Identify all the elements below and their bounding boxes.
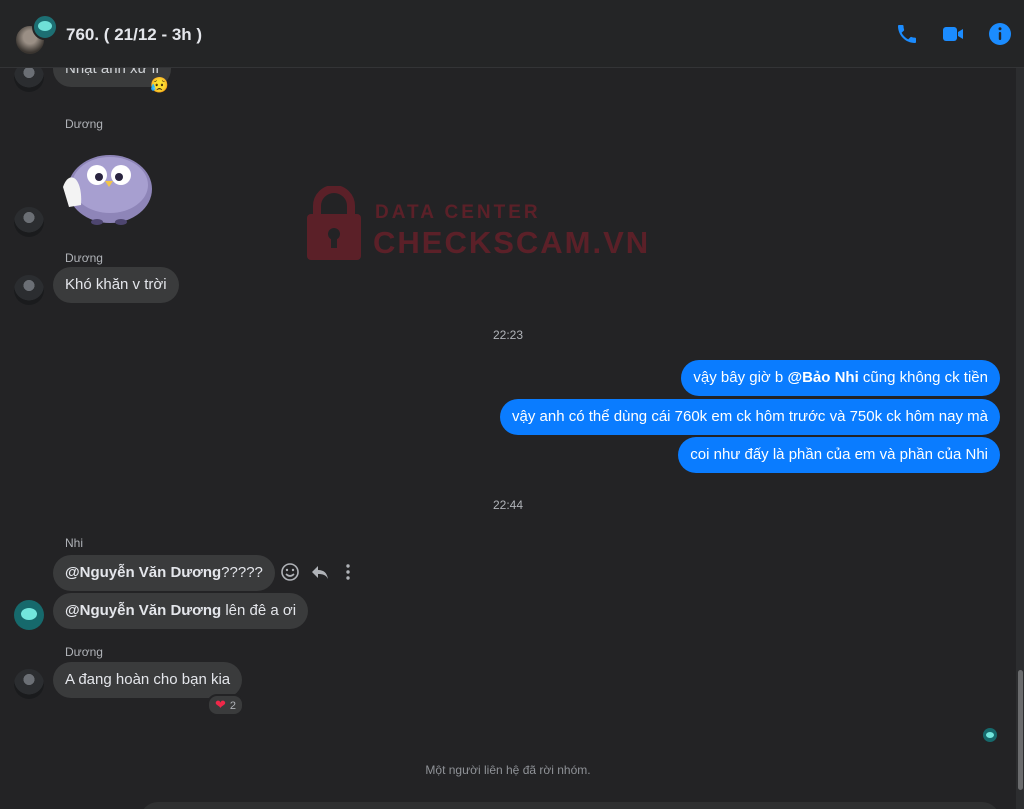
- message-bubble[interactable]: Khó khăn v trời: [53, 267, 179, 303]
- message-text: vậy bây giờ b: [693, 369, 788, 386]
- outgoing-message[interactable]: vậy anh có thể dùng cái 760k em ck hôm t…: [500, 399, 1000, 435]
- avatar[interactable]: [14, 207, 44, 237]
- avatar[interactable]: [14, 600, 44, 630]
- smile-icon[interactable]: [280, 562, 300, 582]
- avatar[interactable]: [14, 669, 44, 699]
- member-avatar: [32, 14, 58, 40]
- message-bubble[interactable]: A đang hoàn cho bạn kia: [53, 662, 243, 698]
- chat-header: 760. ( 21/12 - 3h ): [0, 0, 1024, 68]
- system-note: Một người liên hệ đã rời nhóm.: [425, 763, 591, 777]
- message-text: cũng không ck tiền: [858, 369, 988, 386]
- scrollbar-thumb[interactable]: [1018, 670, 1023, 790]
- group-avatar[interactable]: [14, 14, 58, 56]
- mention[interactable]: @Nguyễn Văn Dương: [65, 564, 221, 581]
- reaction-count: 2: [229, 700, 237, 712]
- watermark: DATA CENTER CHECKSCAM.VN: [305, 186, 648, 266]
- mention[interactable]: @Bảo Nhi: [787, 369, 858, 386]
- composer[interactable]: [140, 802, 1000, 809]
- heart-icon: ❤: [215, 697, 226, 712]
- reaction-emoji[interactable]: 😥: [150, 76, 169, 94]
- message-list[interactable]: Nhật anh xử lí 😥 Dương DATA CENTER CHECK…: [0, 68, 1016, 809]
- message-bubble[interactable]: @Nguyễn Văn Dương lên đê a ơi: [53, 593, 309, 629]
- owl-sticker[interactable]: [55, 147, 155, 227]
- avatar[interactable]: [14, 275, 44, 305]
- reaction-badge[interactable]: ❤ 2: [207, 694, 245, 716]
- read-receipt-avatar: [983, 728, 997, 742]
- info-icon[interactable]: [988, 22, 1012, 46]
- avatar[interactable]: [14, 68, 44, 92]
- timestamp: 22:44: [492, 498, 524, 512]
- mention[interactable]: @Nguyễn Văn Dương: [65, 602, 221, 619]
- outgoing-message[interactable]: vậy bây giờ b @Bảo Nhi cũng không ck tiề…: [681, 360, 1000, 396]
- sender-name: Dương: [65, 117, 103, 131]
- watermark-subtitle: DATA CENTER: [375, 202, 541, 223]
- sender-name: Dương: [65, 251, 103, 265]
- timestamp: 22:23: [492, 328, 524, 342]
- sender-name: Nhi: [65, 536, 84, 550]
- watermark-title: CHECKSCAM.VN: [373, 225, 651, 260]
- message-text: ?????: [221, 564, 263, 581]
- phone-icon[interactable]: [895, 22, 919, 46]
- lock-icon: [307, 186, 361, 260]
- chat-title[interactable]: 760. ( 21/12 - 3h ): [66, 25, 202, 45]
- message-text: lên đê a ơi: [221, 602, 297, 619]
- sender-name: Dương: [65, 645, 103, 659]
- more-icon[interactable]: [338, 562, 358, 582]
- message-bubble[interactable]: @Nguyễn Văn Dương?????: [53, 555, 275, 591]
- outgoing-message[interactable]: coi như đấy là phần của em và phần của N…: [678, 437, 1000, 473]
- video-icon[interactable]: [941, 22, 965, 46]
- reply-icon[interactable]: [310, 562, 330, 582]
